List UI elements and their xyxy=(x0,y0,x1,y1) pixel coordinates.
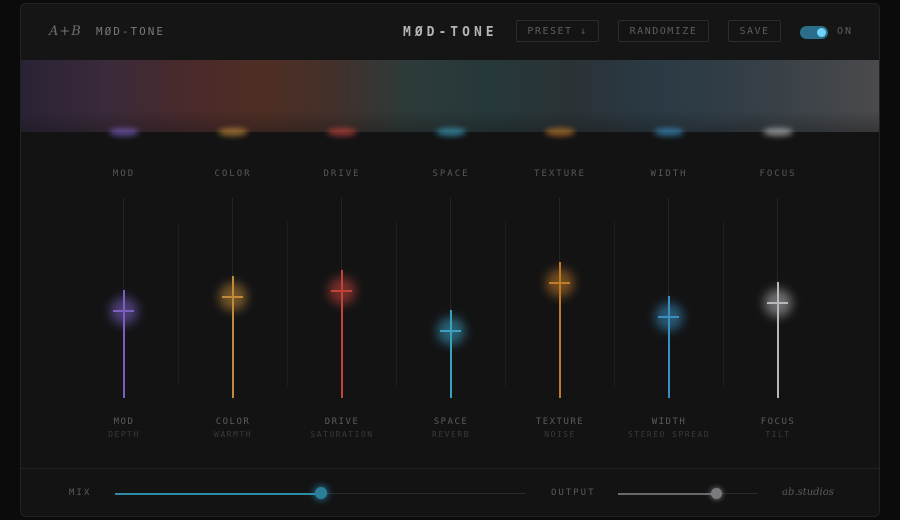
channel-sub-label: REVERB xyxy=(432,430,470,439)
spectrum-display xyxy=(21,60,879,136)
channel-fader[interactable] xyxy=(110,198,138,398)
fader-handle[interactable] xyxy=(767,302,788,304)
channel-name: COLOR xyxy=(215,417,251,427)
output-slider-fill xyxy=(618,492,716,495)
channel-name: TEXTURE xyxy=(535,417,585,427)
output-slider-knob[interactable] xyxy=(711,488,722,499)
channel-strip-drive: DRIVE DRIVE SATURATION xyxy=(287,132,397,468)
power-label: ON xyxy=(837,26,854,37)
channel-fader[interactable] xyxy=(764,198,792,398)
channel-strip-space: SPACE SPACE REVERB xyxy=(396,132,506,468)
channel-strip-texture: TEXTURE TEXTURE NOISE xyxy=(505,132,615,468)
mix-slider[interactable] xyxy=(115,487,526,499)
channel-strip-mod: MOD MOD DEPTH xyxy=(69,132,179,468)
output-slider[interactable] xyxy=(618,488,758,499)
power-toggle[interactable] xyxy=(800,26,828,39)
plugin-title: MØD-TONE xyxy=(403,25,498,40)
fader-handle[interactable] xyxy=(658,316,679,318)
top-bar: A+B MØD-TONE MØD-TONE PRESET ↓ RANDOMIZE… xyxy=(21,4,879,61)
fader-handle[interactable] xyxy=(113,310,134,312)
channel-name: DRIVE xyxy=(324,417,360,427)
channel-strip-focus: FOCUS FOCUS TILT xyxy=(723,132,833,468)
brand-label: ab.studios xyxy=(782,487,834,498)
fader-handle[interactable] xyxy=(222,296,243,298)
channel-fader[interactable] xyxy=(437,198,465,398)
channel-sub-label: DEPTH xyxy=(108,430,140,439)
channel-top-label: COLOR xyxy=(214,169,252,179)
channel-sub-label: STEREO SPREAD xyxy=(627,430,711,439)
channel-name: WIDTH xyxy=(651,417,687,427)
channel-top-label: SPACE xyxy=(432,169,470,179)
channel-sub-label: WARMTH xyxy=(214,430,252,439)
footer-bar: MIX OUTPUT ab.studios xyxy=(21,468,879,516)
channel-sub-label: SATURATION xyxy=(310,430,374,439)
mix-slider-knob[interactable] xyxy=(314,487,327,499)
logo-name: MØD-TONE xyxy=(96,25,165,38)
channel-fader[interactable] xyxy=(219,198,247,398)
channel-top-label: MOD xyxy=(112,169,136,179)
channel-top-label: FOCUS xyxy=(759,169,797,179)
randomize-button[interactable]: RANDOMIZE xyxy=(618,20,709,42)
channel-top-label: TEXTURE xyxy=(534,169,586,179)
channel-sub-label: NOISE xyxy=(544,430,576,439)
logo-mark: A+B xyxy=(49,24,82,39)
power-toggle-knob xyxy=(817,28,826,37)
channel-top-label: DRIVE xyxy=(323,169,361,179)
channel-strip-width: WIDTH WIDTH STEREO SPREAD xyxy=(614,132,724,468)
preset-button[interactable]: PRESET ↓ xyxy=(516,20,599,42)
channel-name: FOCUS xyxy=(760,417,796,427)
channel-fader[interactable] xyxy=(546,198,574,398)
mix-label: MIX xyxy=(69,488,92,498)
fader-handle[interactable] xyxy=(440,330,461,332)
channel-name: SPACE xyxy=(433,417,469,427)
channel-strip-color: COLOR COLOR WARMTH xyxy=(178,132,288,468)
channel-fader[interactable] xyxy=(328,198,356,398)
fader-handle[interactable] xyxy=(549,282,570,284)
plugin-window: A+B MØD-TONE MØD-TONE PRESET ↓ RANDOMIZE… xyxy=(20,3,880,517)
output-label: OUTPUT xyxy=(551,488,596,498)
channel-fader[interactable] xyxy=(655,198,683,398)
channel-name: MOD xyxy=(113,417,135,427)
mix-slider-fill xyxy=(115,492,321,495)
channel-top-label: WIDTH xyxy=(650,169,688,179)
channel-sub-label: TILT xyxy=(765,430,791,439)
channel-strip-area: MOD MOD DEPTH COLOR COLOR WARMTH DRIVE DRIVE SAT… xyxy=(21,132,879,468)
fader-handle[interactable] xyxy=(331,290,352,292)
save-button[interactable]: SAVE xyxy=(728,20,781,42)
